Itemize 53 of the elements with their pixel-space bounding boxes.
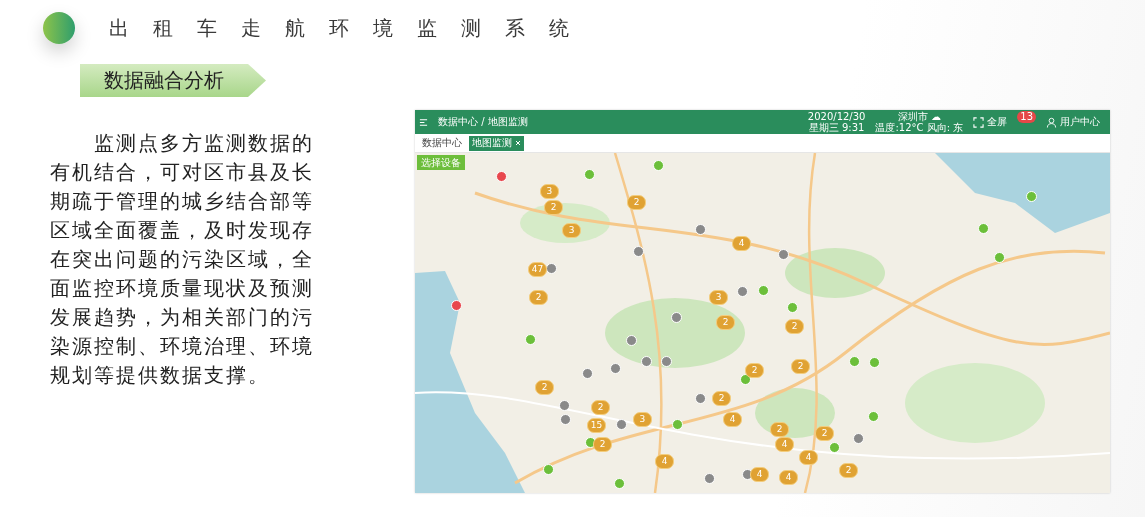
map-marker[interactable] bbox=[704, 473, 715, 485]
user-center-button[interactable]: 用户中心 bbox=[1046, 115, 1100, 129]
map-marker[interactable] bbox=[614, 478, 625, 490]
logo-circle-icon bbox=[43, 12, 75, 44]
date-text: 2020/12/30 bbox=[807, 111, 866, 122]
map-marker[interactable] bbox=[584, 169, 595, 181]
map-marker[interactable] bbox=[994, 252, 1005, 264]
close-icon[interactable] bbox=[515, 140, 521, 146]
breadcrumb: 数据中心 / 地图监测 bbox=[438, 115, 528, 129]
map-marker[interactable] bbox=[496, 171, 507, 183]
map-marker[interactable] bbox=[829, 442, 840, 454]
section-banner: 数据融合分析 bbox=[80, 64, 266, 97]
map-marker[interactable] bbox=[653, 159, 664, 171]
map-marker[interactable] bbox=[661, 355, 672, 367]
select-device-button[interactable]: 选择设备 bbox=[417, 155, 465, 170]
map-marker[interactable] bbox=[695, 392, 706, 404]
notification-badge: 13 bbox=[1017, 111, 1036, 123]
map-marker[interactable] bbox=[1026, 190, 1037, 202]
map-marker[interactable] bbox=[758, 285, 769, 297]
map-marker[interactable] bbox=[546, 262, 557, 274]
city-text: 深圳市 ☁ bbox=[897, 111, 941, 122]
map-marker[interactable] bbox=[543, 463, 554, 475]
map-marker[interactable] bbox=[610, 363, 621, 375]
map-marker[interactable] bbox=[616, 418, 627, 430]
map-marker[interactable] bbox=[695, 224, 706, 235]
tab[interactable]: 数据中心 bbox=[419, 135, 465, 151]
map-marker[interactable] bbox=[633, 246, 644, 258]
description-paragraph: 监测点多方监测数据的有机结合，可对区市县及长期疏于管理的城乡结合部等区域全面覆盖，及时发现存在突出问题的污染区域，全面监控环境质量现状及预测发展趋势，为相关部门的污染源控制、环境治理、环境规划等提供数据支撑。 bbox=[50, 130, 315, 389]
map-marker[interactable] bbox=[853, 433, 864, 445]
menu-icon[interactable] bbox=[419, 117, 428, 127]
map-marker[interactable] bbox=[978, 223, 989, 234]
map-marker[interactable] bbox=[525, 334, 536, 346]
map-marker[interactable] bbox=[451, 299, 462, 311]
map-marker[interactable] bbox=[778, 249, 789, 261]
time-text: 星期三 9:31 bbox=[808, 122, 865, 133]
map-marker[interactable] bbox=[787, 301, 798, 313]
fullscreen-button[interactable]: 全屏 bbox=[973, 115, 1008, 129]
map-marker[interactable] bbox=[672, 418, 683, 430]
user-icon bbox=[1046, 116, 1057, 128]
map-marker[interactable] bbox=[849, 355, 860, 367]
fullscreen-icon bbox=[973, 116, 985, 128]
map-marker[interactable] bbox=[737, 286, 748, 298]
page-title: 出租车走航环境监测系统 bbox=[109, 14, 593, 42]
map-marker[interactable] bbox=[869, 357, 880, 369]
map-marker[interactable] bbox=[559, 400, 570, 412]
map-marker[interactable] bbox=[641, 355, 652, 367]
map-marker[interactable] bbox=[582, 368, 593, 380]
weather-text: 温度:12°C 风向: 东 bbox=[875, 122, 964, 133]
map-marker[interactable] bbox=[868, 411, 879, 423]
map-marker[interactable] bbox=[560, 413, 571, 425]
tab[interactable]: 地图监测 bbox=[469, 135, 524, 151]
map-marker[interactable] bbox=[671, 311, 682, 323]
map-marker[interactable] bbox=[626, 335, 637, 347]
